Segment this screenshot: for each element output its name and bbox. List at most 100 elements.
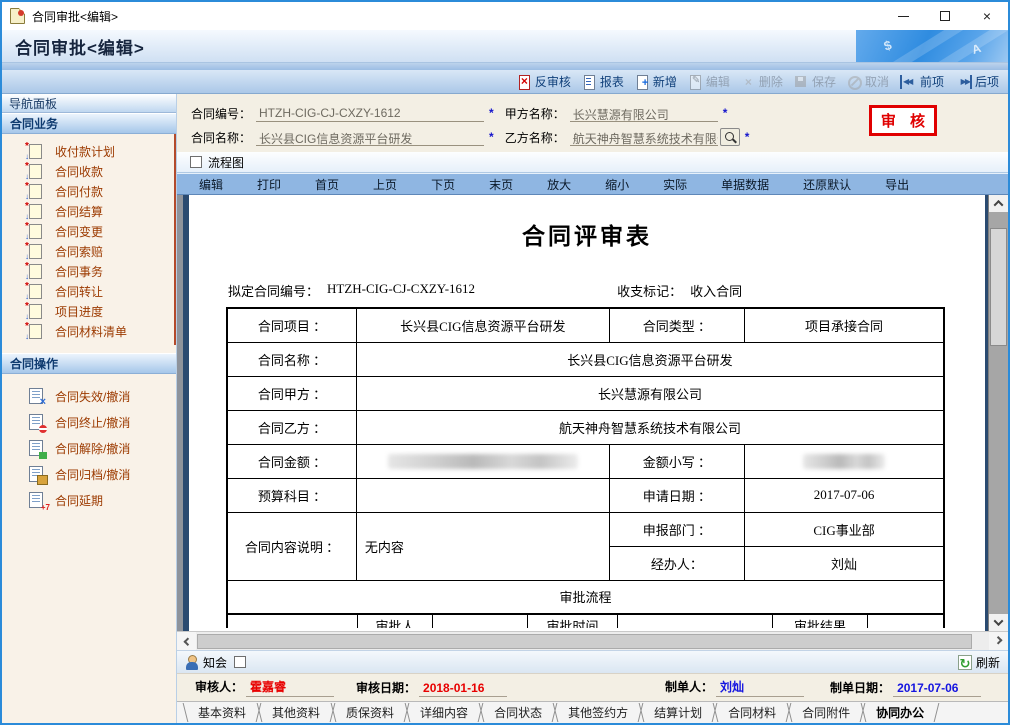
sidebar-item-contract-transfer[interactable]: 合同转让 bbox=[2, 281, 174, 301]
report-print-button[interactable]: 打印 bbox=[257, 176, 281, 193]
sidebar-item-contract-payment[interactable]: 合同付款 bbox=[2, 181, 174, 201]
party-b-lookup-button[interactable] bbox=[720, 128, 740, 146]
header-divider-band bbox=[2, 63, 1008, 70]
sidebar-item-contract-affairs[interactable]: 合同事务 bbox=[2, 261, 174, 281]
section-header-contract-operations[interactable]: 合同操作 bbox=[2, 353, 176, 374]
table-row: 合同项目 ： 长兴县CIG信息资源平台研发 合同类型 ： 项目承接合同 bbox=[227, 308, 944, 342]
tab-contract-attachments[interactable]: 合同附件 bbox=[789, 702, 863, 723]
edit-button[interactable]: 编辑 bbox=[684, 72, 734, 91]
sidebar-item-contract-settlement[interactable]: 合同结算 bbox=[2, 201, 174, 221]
report-export-button[interactable]: 导出 bbox=[885, 176, 909, 193]
tab-detail-content[interactable]: 详细内容 bbox=[407, 702, 481, 723]
notify-checkbox[interactable] bbox=[234, 656, 246, 668]
save-icon bbox=[794, 75, 809, 89]
report-prev-page-button[interactable]: 上页 bbox=[373, 176, 397, 193]
horizontal-scrollbar[interactable] bbox=[177, 631, 1008, 650]
draft-no-value: HTZH-CIG-CJ-CXZY-1612 bbox=[327, 281, 475, 300]
cell-value: 航天神舟智慧系统技术有限公司 bbox=[356, 410, 944, 444]
tab-other-info[interactable]: 其他资料 bbox=[259, 702, 333, 723]
approval-time-label: 审批时间 bbox=[528, 615, 618, 628]
sidebar-item-contract-receipt[interactable]: 合同收款 bbox=[2, 161, 174, 181]
report-next-page-button[interactable]: 下页 bbox=[431, 176, 455, 193]
cancel-button[interactable]: 取消 bbox=[843, 72, 893, 91]
report-restore-default-button[interactable]: 还原默认 bbox=[803, 176, 851, 193]
party-b-field[interactable]: 航天神舟智慧系统技术有限公司 bbox=[570, 129, 718, 146]
required-marker: * bbox=[489, 130, 494, 144]
tab-contract-materials[interactable]: 合同材料 bbox=[715, 702, 789, 723]
report-zoom-in-button[interactable]: 放大 bbox=[547, 176, 571, 193]
report-last-page-button[interactable]: 末页 bbox=[489, 176, 513, 193]
report-doc-data-button[interactable]: 单据数据 bbox=[721, 176, 769, 193]
header-decoration: $ A bbox=[856, 30, 1008, 62]
party-a-field[interactable]: 长兴慧源有限公司 bbox=[570, 105, 718, 122]
viewport-margin bbox=[177, 195, 183, 631]
report-title: 合同评审表 bbox=[189, 217, 985, 251]
chevron-right-icon bbox=[994, 636, 1002, 644]
sidebar-item-contract-material-list[interactable]: 合同材料清单 bbox=[2, 321, 174, 341]
save-button[interactable]: 保存 bbox=[790, 72, 840, 91]
vertical-scroll-track[interactable] bbox=[989, 212, 1008, 614]
main-toolbar: 反审核 报表 新增 编辑 ×删除 保存 取消 ◀◀前项 ▶▶后项 bbox=[2, 70, 1008, 94]
report-zoom-out-button[interactable]: 缩小 bbox=[605, 176, 629, 193]
contract-invalidate-icon bbox=[29, 388, 43, 404]
vertical-scroll-thumb[interactable] bbox=[990, 228, 1007, 346]
tab-contract-status[interactable]: 合同状态 bbox=[481, 702, 555, 723]
delete-button[interactable]: ×删除 bbox=[737, 72, 787, 91]
new-button[interactable]: 新增 bbox=[631, 72, 681, 91]
tab-other-signatories[interactable]: 其他签约方 bbox=[555, 702, 641, 723]
auditor-label: 审核人： bbox=[195, 678, 243, 695]
vertical-scrollbar[interactable] bbox=[988, 195, 1008, 631]
maximize-button[interactable] bbox=[924, 2, 966, 30]
cell-value-redacted bbox=[356, 444, 609, 478]
document-icon bbox=[29, 324, 42, 339]
report-button[interactable]: 报表 bbox=[578, 72, 628, 91]
tab-basic-info[interactable]: 基本资料 bbox=[185, 702, 259, 723]
refresh-button[interactable]: ↻ 刷新 bbox=[958, 654, 1000, 671]
sidebar-item-contract-archive[interactable]: 合同归档/撤消 bbox=[2, 461, 176, 487]
cell-value: CIG事业部 bbox=[745, 512, 944, 546]
chevron-down-icon bbox=[994, 616, 1004, 626]
close-button[interactable]: × bbox=[966, 2, 1008, 30]
tab-collaboration[interactable]: 协同办公 bbox=[863, 702, 937, 723]
sidebar-item-payment-plan[interactable]: 收付款计划 bbox=[2, 141, 174, 161]
tab-settlement-plan[interactable]: 结算计划 bbox=[641, 702, 715, 723]
cell-label: 申报部门 ： bbox=[609, 512, 744, 546]
contract-no-field[interactable]: HTZH-CIG-CJ-CXZY-1612 bbox=[256, 105, 484, 122]
minimize-button[interactable] bbox=[882, 2, 924, 30]
sidebar-item-contract-release[interactable]: 合同解除/撤消 bbox=[2, 435, 176, 461]
unapprove-button[interactable]: 反审核 bbox=[513, 72, 575, 91]
unapprove-icon bbox=[517, 75, 532, 89]
cell-label: 合同金额 ： bbox=[227, 444, 356, 478]
sidebar-item-project-progress[interactable]: 项目进度 bbox=[2, 301, 174, 321]
horizontal-scroll-thumb[interactable] bbox=[197, 634, 972, 649]
scroll-down-button[interactable] bbox=[989, 614, 1008, 631]
table-row: 合同乙方 ： 航天神舟智慧系统技术有限公司 bbox=[227, 410, 944, 444]
report-edit-button[interactable]: 编辑 bbox=[199, 176, 223, 193]
contract-name-label: 合同名称： bbox=[191, 129, 251, 146]
table-row: 合同内容说明 ： 无内容 申报部门 ： CIG事业部 bbox=[227, 512, 944, 546]
signature-row: 审核人： 霍嘉睿 审核日期： 2018-01-16 制单人： 刘灿 制单日期： … bbox=[177, 673, 1008, 701]
section-header-contract-business[interactable]: 合同业务 bbox=[2, 113, 176, 134]
sidebar-item-contract-extend[interactable]: 合同延期 bbox=[2, 487, 176, 513]
sidebar-item-contract-terminate[interactable]: 合同终止/撤消 bbox=[2, 409, 176, 435]
report-first-page-button[interactable]: 首页 bbox=[315, 176, 339, 193]
contract-name-field[interactable]: 长兴县CIG信息资源平台研发 bbox=[256, 129, 484, 146]
page-title: 合同审批<编辑> bbox=[15, 34, 145, 59]
scroll-left-button[interactable] bbox=[177, 632, 196, 650]
scroll-right-button[interactable] bbox=[989, 632, 1008, 650]
tab-warranty-info[interactable]: 质保资料 bbox=[333, 702, 407, 723]
document-icon bbox=[29, 284, 42, 299]
contract-business-list: 收付款计划 合同收款 合同付款 合同结算 合同变更 合同索赔 合同事务 合同转让… bbox=[2, 134, 176, 345]
sidebar-item-contract-claim[interactable]: 合同索赔 bbox=[2, 241, 174, 261]
approval-flow-header: 审批流程 bbox=[227, 580, 944, 614]
report-actual-size-button[interactable]: 实际 bbox=[663, 176, 687, 193]
sidebar-item-contract-change[interactable]: 合同变更 bbox=[2, 221, 174, 241]
cancel-icon bbox=[847, 75, 862, 89]
flow-chart-checkbox[interactable] bbox=[190, 156, 202, 168]
scroll-up-button[interactable] bbox=[989, 195, 1008, 212]
cell-value bbox=[356, 478, 609, 512]
prev-item-button[interactable]: ◀◀前项 bbox=[896, 72, 948, 91]
sidebar-item-contract-invalidate[interactable]: 合同失效/撤消 bbox=[2, 383, 176, 409]
next-item-button[interactable]: ▶▶后项 bbox=[951, 72, 1003, 91]
edit-icon bbox=[688, 75, 703, 89]
